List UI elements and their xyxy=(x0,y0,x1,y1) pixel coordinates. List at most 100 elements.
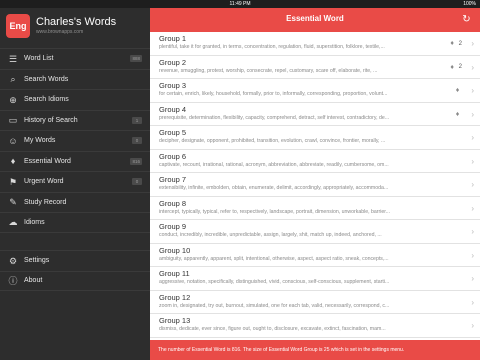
study-count: 2 xyxy=(458,64,462,70)
group-title: Group 13 xyxy=(159,316,191,325)
study-meta: ♦ 2 xyxy=(448,39,462,48)
graduation-cap-icon: ♦ xyxy=(455,110,460,118)
flag-icon: ⚑ xyxy=(8,176,18,187)
sidebar-bottom-menu: ⚙ Settings ⓘ About xyxy=(0,250,150,291)
list-item[interactable]: Group 3 for certain, enrich, likely, hous… xyxy=(150,79,480,103)
count-badge: 1 xyxy=(132,116,142,124)
footer-info: The number of Essential Word is 816. The… xyxy=(150,340,480,360)
graduation-cap-icon: ♦ xyxy=(450,40,454,47)
chevron-right-icon: › xyxy=(471,180,474,189)
app-subtitle: www.brownapps.com xyxy=(36,29,84,35)
chevron-right-icon: › xyxy=(471,227,474,236)
list-item[interactable]: Group 4 prerequisite, determination, flex… xyxy=(150,103,480,126)
app-title: Charles's Words xyxy=(36,16,117,28)
status-time: 11:49 PM xyxy=(229,1,251,7)
info-icon: ⓘ xyxy=(8,275,18,286)
sidebar-item-search-words[interactable]: ⌕ Search Words xyxy=(0,68,150,90)
chevron-right-icon: › xyxy=(471,109,474,119)
sidebar-item-label: Settings xyxy=(24,257,50,265)
group-words: ambiguity, apparently, apparent, split, … xyxy=(159,255,389,262)
group-words: intercept, typically, typical, refer to,… xyxy=(159,208,391,215)
sidebar-item-urgent-word[interactable]: ⚑ Urgent Word 0 xyxy=(0,171,150,192)
sidebar-item-label: Essential Word xyxy=(24,157,71,165)
sidebar-item-label: Search Words xyxy=(24,75,69,83)
sidebar-item-essential-word[interactable]: ♦ Essential Word 816 xyxy=(0,150,150,172)
chevron-right-icon: › xyxy=(471,156,474,166)
sidebar-item-search-idioms[interactable]: ⊕ Search Idioms xyxy=(0,89,150,110)
status-bar: 11:49 PM 100% xyxy=(0,0,480,8)
group-words: for certain, enrich, likely, household, … xyxy=(159,91,388,97)
group-title: Group 5 xyxy=(159,128,187,137)
chevron-right-icon: › xyxy=(471,297,474,307)
chevron-right-icon: › xyxy=(471,62,474,72)
list-item[interactable]: Group 6 captivate, recount, irrational, r… xyxy=(150,150,480,173)
list-item[interactable]: Group 12 zoom in, designated, try out, bu… xyxy=(150,291,480,314)
pencil-icon: ✎ xyxy=(9,197,17,208)
study-meta: ♦ xyxy=(453,86,462,95)
group-words: aggressive, notation, specifically, dist… xyxy=(159,279,390,285)
count-badge: 0 xyxy=(132,137,142,144)
list-item[interactable]: Group 7 extensibility, infinite, embolden… xyxy=(150,173,480,197)
list-item[interactable]: Group 5 decipher, designate, opponent, pr… xyxy=(150,126,480,150)
sidebar-item-label: Urgent Word xyxy=(24,178,64,186)
group-title: Group 10 xyxy=(159,245,191,255)
sidebar-item-idioms[interactable]: ☁ Idioms xyxy=(0,212,150,233)
list-item[interactable]: Group 1 plentiful, take it for granted, i… xyxy=(150,32,480,56)
list-item[interactable]: Group 8 intercept, typically, typical, re… xyxy=(150,197,480,220)
group-list[interactable]: Group 1 plentiful, take it for granted, i… xyxy=(150,32,480,340)
study-meta: ♦ 2 xyxy=(448,63,462,72)
sidebar-item-my-words[interactable]: ☺ My Words 0 xyxy=(0,130,150,151)
graduation-cap-icon: ♦ xyxy=(455,87,460,94)
sidebar-item-settings[interactable]: ⚙ Settings xyxy=(0,250,150,271)
group-words: dismiss, dedicate, ever since, figure ou… xyxy=(159,326,386,332)
page-title: Essential Word xyxy=(286,14,344,23)
group-words: revenue, smuggling, protest, worship, co… xyxy=(159,67,378,74)
sidebar-item-label: Search Idioms xyxy=(24,96,69,104)
folder-icon: ▭ xyxy=(8,115,18,126)
app-brand: Eng Charles's Words www.brownapps.com xyxy=(6,14,146,42)
sidebar-item-about[interactable]: ⓘ About xyxy=(0,270,150,291)
sidebar-item-label: History of Search xyxy=(24,116,78,124)
sidebar-item-word-list[interactable]: ☰ Word List 888 xyxy=(0,48,150,69)
count-badge: 0 xyxy=(132,178,142,185)
group-title: Group 12 xyxy=(159,292,191,302)
search-plus-icon: ⊕ xyxy=(9,94,17,105)
sidebar-item-label: My Words xyxy=(24,137,56,145)
sidebar-menu: ☰ Word List 888 ⌕ Search Words ⊕ Search Idioms… xyxy=(0,48,150,233)
group-words: decipher, designate, opponent, prohibite… xyxy=(159,138,386,144)
user-icon: ☺ xyxy=(8,135,18,146)
sidebar-item-study-record[interactable]: ✎ Study Record xyxy=(0,191,150,213)
count-badge: 888 xyxy=(130,55,142,62)
list-item[interactable]: Group 13 dismiss, dedicate, ever since, f… xyxy=(150,314,480,338)
list-item[interactable]: Group 11 aggressive, notation, specifical… xyxy=(150,267,480,291)
refresh-icon[interactable]: ↻ xyxy=(461,14,472,25)
group-words: conduct, incredibly, incredible, unpredi… xyxy=(159,232,382,238)
group-title: Group 1 xyxy=(159,34,187,43)
group-title: Group 4 xyxy=(159,104,187,114)
group-title: Group 6 xyxy=(159,151,187,161)
main-panel: Essential Word ↻ Group 1 plentiful, take … xyxy=(150,8,480,360)
chevron-right-icon: › xyxy=(471,321,474,330)
sidebar-item-label: Word List xyxy=(24,55,54,63)
app-logo: Eng xyxy=(6,14,30,38)
graduation-cap-icon: ♦ xyxy=(10,156,16,167)
group-title: Group 11 xyxy=(159,269,190,278)
chevron-right-icon: › xyxy=(471,274,474,283)
chevron-right-icon: › xyxy=(471,133,474,142)
search-icon: ⌕ xyxy=(10,74,16,85)
sidebar-item-history-of-search[interactable]: ▭ History of Search 1 xyxy=(0,109,150,131)
study-count: 2 xyxy=(458,40,462,47)
group-title: Group 2 xyxy=(159,57,187,67)
group-words: captivate, recount, irrational, rational… xyxy=(159,161,389,168)
header-bar: Essential Word ↻ xyxy=(150,8,480,32)
study-meta: ♦ xyxy=(453,110,462,119)
sidebar-item-label: About xyxy=(24,277,43,285)
group-words: prerequisite, determination, flexibility… xyxy=(159,114,390,121)
gear-icon: ⚙ xyxy=(8,255,18,266)
battery-indicator: 100% xyxy=(463,1,476,7)
group-words: plentiful, take it for granted, in terms… xyxy=(159,44,385,50)
list-item[interactable]: Group 9 conduct, incredibly, incredible, … xyxy=(150,220,480,244)
sidebar: Eng Charles's Words www.brownapps.com ☰ W… xyxy=(0,8,150,360)
list-item[interactable]: Group 10 ambiguity, apparently, apparent,… xyxy=(150,244,480,267)
list-item[interactable]: Group 2 revenue, smuggling, protest, wors… xyxy=(150,56,480,79)
